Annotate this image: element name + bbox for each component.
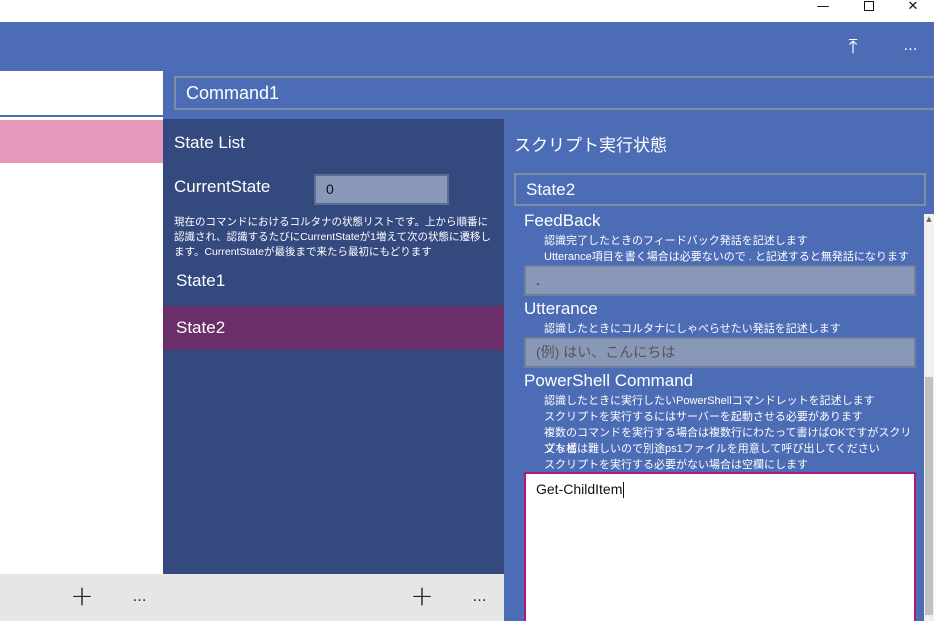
- powershell-description-1: 認識したときに実行したいPowerShellコマンドレットを記述します: [544, 395, 875, 407]
- plus-icon: +: [410, 579, 434, 612]
- add-state-button[interactable]: +: [407, 582, 437, 612]
- state-list-title: State List: [174, 133, 245, 152]
- state-list-pane: State List CurrentState 0 現在のコマンドにおけるコルタ…: [163, 119, 504, 574]
- close-icon: ✕: [907, 0, 919, 14]
- feedback-description-2: Utterance項目を書く場合は必要ないので . と記述すると無発話になります: [544, 251, 909, 263]
- utterance-title: Utterance: [524, 299, 598, 318]
- state-more-button[interactable]: …: [465, 582, 495, 612]
- command-name-area: Command1: [163, 71, 934, 119]
- command-list-pane: [0, 71, 163, 574]
- scroll-up-icon[interactable]: ▲: [924, 214, 934, 224]
- script-state-pane: スクリプト実行状態 State2 FeedBack 認識完了したときのフィードバ…: [504, 119, 934, 621]
- command-bar: ⤒ …: [0, 22, 934, 71]
- utterance-description: 認識したときにコルタナにしゃべらせたい発話を記述します: [544, 323, 841, 335]
- more-options-button[interactable]: …: [896, 32, 926, 62]
- more-icon: …: [472, 589, 488, 605]
- state-list-item[interactable]: State1: [163, 259, 504, 303]
- feedback-description: 認識完了したときのフィードバック発話を記述します: [544, 235, 808, 247]
- powershell-command-textarea[interactable]: Get-ChildItem: [524, 472, 916, 621]
- plus-icon: +: [70, 579, 94, 612]
- minimize-icon: —: [816, 0, 830, 14]
- script-state-title: スクリプト実行状態: [514, 136, 667, 155]
- state-name-input[interactable]: State2: [514, 173, 926, 206]
- command-list-item-selected[interactable]: [0, 120, 163, 163]
- feedback-input[interactable]: .: [524, 265, 916, 296]
- minimize-button[interactable]: —: [800, 0, 846, 22]
- close-button[interactable]: ✕: [890, 0, 934, 22]
- powershell-command-text: Get-ChildItem: [536, 481, 623, 497]
- text-caret: [623, 482, 625, 499]
- current-state-label: CurrentState: [174, 177, 271, 196]
- powershell-description-4: 文などは難しいので別途ps1ファイルを用意して呼び出してください: [544, 443, 880, 455]
- command-more-button[interactable]: …: [125, 582, 155, 612]
- state-list-bottom-bar: + …: [163, 574, 504, 621]
- script-scrollbar[interactable]: ▲: [924, 214, 934, 621]
- maximize-icon: [864, 1, 874, 11]
- command-search-box[interactable]: [0, 71, 163, 117]
- current-state-input[interactable]: 0: [314, 174, 449, 205]
- feedback-title: FeedBack: [524, 211, 601, 230]
- powershell-description-5: スクリプトを実行する必要がない場合は空欄にします: [544, 459, 808, 471]
- maximize-button[interactable]: [846, 0, 892, 22]
- powershell-title: PowerShell Command: [524, 371, 694, 390]
- add-command-button[interactable]: +: [67, 582, 97, 612]
- state-list-description: 現在のコマンドにおけるコルタナの状態リストです。上から順番に認識され、認識するた…: [174, 216, 491, 258]
- scroll-thumb[interactable]: [925, 377, 933, 615]
- utterance-input[interactable]: (例) はい、こんにちは: [524, 337, 916, 368]
- upload-icon: ⤒: [848, 34, 858, 58]
- more-icon: …: [132, 589, 148, 605]
- powershell-description-2: スクリプトを実行するにはサーバーを起動させる必要があります: [544, 411, 863, 423]
- command-name-input[interactable]: Command1: [174, 76, 934, 110]
- title-bar: — ✕: [0, 0, 934, 22]
- state-list-item-selected[interactable]: State2: [163, 306, 504, 350]
- command-list-bottom-bar: + …: [0, 574, 163, 621]
- upload-button[interactable]: ⤒: [838, 32, 868, 62]
- more-icon: …: [903, 38, 919, 54]
